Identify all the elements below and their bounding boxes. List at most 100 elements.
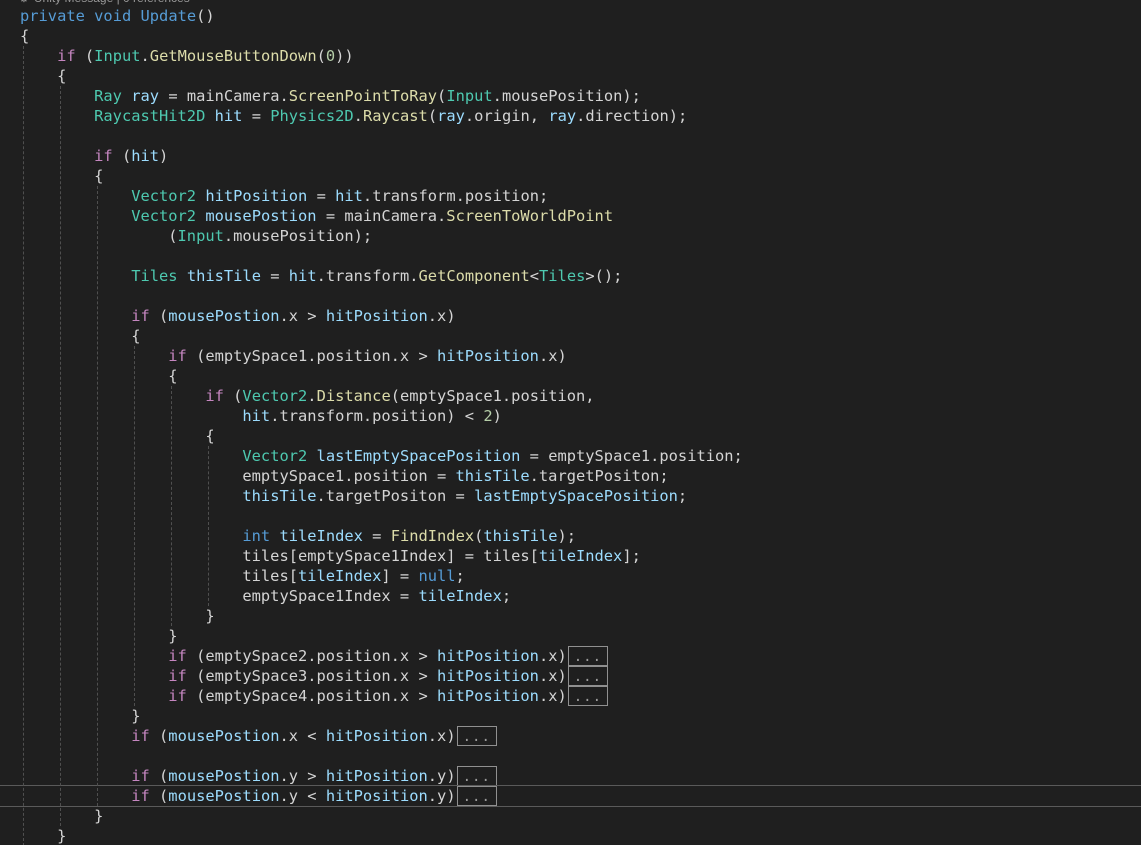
code-line[interactable]: Vector2 lastEmptySpacePosition = emptySp… <box>0 446 1141 466</box>
code-token <box>196 187 205 205</box>
collapsed-region-box[interactable]: ... <box>457 786 497 806</box>
code-line[interactable]: private void Update() <box>0 6 1141 26</box>
code-line[interactable]: thisTile.targetPositon = lastEmptySpaceP… <box>0 486 1141 506</box>
code-token: hitPosition <box>326 787 428 805</box>
code-token: .transform.position; <box>363 187 548 205</box>
code-token: hitPosition <box>437 647 539 665</box>
code-line[interactable]: } <box>0 806 1141 826</box>
code-token: hitPosition <box>437 687 539 705</box>
code-line[interactable]: { <box>0 166 1141 186</box>
code-token: ( <box>224 387 243 405</box>
collapsed-region-box[interactable]: ... <box>568 666 608 686</box>
code-token: } <box>20 827 66 845</box>
code-line[interactable]: if (mousePostion.x < hitPosition.x)... <box>0 726 1141 746</box>
code-line[interactable]: emptySpace1.position = thisTile.targetPo… <box>0 466 1141 486</box>
code-line[interactable] <box>0 506 1141 526</box>
code-token: hitPosition <box>437 347 539 365</box>
code-token: .direction); <box>576 107 687 125</box>
code-line[interactable]: if (Input.GetMouseButtonDown(0)) <box>0 46 1141 66</box>
code-token: if <box>131 307 150 325</box>
code-token: .y) <box>428 787 456 805</box>
code-token: if <box>131 727 150 745</box>
code-line[interactable]: { <box>0 66 1141 86</box>
code-line[interactable] <box>0 126 1141 146</box>
code-line[interactable]: hit.transform.position) < 2) <box>0 406 1141 426</box>
code-line[interactable] <box>0 246 1141 266</box>
code-token: void <box>94 7 131 25</box>
code-line[interactable]: } <box>0 826 1141 845</box>
code-token: thisTile <box>456 467 530 485</box>
code-token: hit <box>335 187 363 205</box>
code-line[interactable]: RaycastHit2D hit = Physics2D.Raycast(ray… <box>0 106 1141 126</box>
code-line[interactable]: emptySpace1Index = tileIndex; <box>0 586 1141 606</box>
code-token: tileIndex <box>418 587 501 605</box>
code-line[interactable]: tiles[emptySpace1Index] = tiles[tileInde… <box>0 546 1141 566</box>
code-line[interactable] <box>0 286 1141 306</box>
code-line[interactable]: if (emptySpace2.position.x > hitPosition… <box>0 646 1141 666</box>
code-token: thisTile <box>483 527 557 545</box>
code-token: null <box>418 567 455 585</box>
code-token <box>20 107 94 125</box>
code-token: tileIndex <box>539 547 622 565</box>
code-token: = <box>261 267 289 285</box>
code-line[interactable]: if (emptySpace4.position.x > hitPosition… <box>0 686 1141 706</box>
code-line[interactable]: Vector2 mousePostion = mainCamera.Screen… <box>0 206 1141 226</box>
code-editor[interactable]: ⚙Unity Message | 0 references private vo… <box>0 0 1141 845</box>
code-token: { <box>20 427 215 445</box>
code-line[interactable]: (Input.mousePosition); <box>0 226 1141 246</box>
code-token <box>20 187 131 205</box>
collapsed-region-box[interactable]: ... <box>457 726 497 746</box>
code-token: ; <box>456 567 465 585</box>
code-line[interactable]: if (emptySpace3.position.x > hitPosition… <box>0 666 1141 686</box>
code-token: hit <box>242 407 270 425</box>
code-token: ( <box>150 307 169 325</box>
collapsed-region-box[interactable]: ... <box>568 646 608 666</box>
code-token: .mousePosition); <box>224 227 372 245</box>
code-token <box>20 667 168 685</box>
code-line[interactable]: { <box>0 366 1141 386</box>
code-token: ( <box>150 767 169 785</box>
code-token: } <box>20 627 178 645</box>
code-line[interactable]: } <box>0 606 1141 626</box>
code-line[interactable]: } <box>0 706 1141 726</box>
code-token: .y) <box>428 767 456 785</box>
code-line[interactable]: Ray ray = mainCamera.ScreenPointToRay(In… <box>0 86 1141 106</box>
code-token: hitPosition <box>326 767 428 785</box>
code-line[interactable]: { <box>0 326 1141 346</box>
code-line[interactable]: { <box>0 26 1141 46</box>
code-token: .x > <box>280 307 326 325</box>
code-token: . <box>141 47 150 65</box>
code-line[interactable]: if (hit) <box>0 146 1141 166</box>
code-token <box>85 7 94 25</box>
code-token: . <box>354 107 363 125</box>
code-token: Tiles <box>131 267 177 285</box>
collapsed-region-box[interactable]: ... <box>457 766 497 786</box>
code-line[interactable]: if (mousePostion.x > hitPosition.x) <box>0 306 1141 326</box>
code-line[interactable]: if (emptySpace1.position.x > hitPosition… <box>0 346 1141 366</box>
code-line-current[interactable]: if (mousePostion.y < hitPosition.y)... <box>0 786 1141 806</box>
code-line[interactable]: if (Vector2.Distance(emptySpace1.positio… <box>0 386 1141 406</box>
code-token: thisTile <box>242 487 316 505</box>
code-token: Input <box>446 87 492 105</box>
code-token: .targetPositon = <box>317 487 475 505</box>
code-token: GetMouseButtonDown <box>150 47 317 65</box>
code-token: if <box>168 347 187 365</box>
code-token <box>20 347 168 365</box>
code-line[interactable]: Tiles thisTile = hit.transform.GetCompon… <box>0 266 1141 286</box>
code-line[interactable]: int tileIndex = FindIndex(thisTile); <box>0 526 1141 546</box>
code-line[interactable]: { <box>0 426 1141 446</box>
collapsed-region-box[interactable]: ... <box>568 686 608 706</box>
code-token: 0 <box>326 47 335 65</box>
code-token: mousePostion <box>168 767 279 785</box>
code-token: ; <box>678 487 687 505</box>
code-token: .x) <box>539 687 567 705</box>
code-token <box>20 647 168 665</box>
code-token: RaycastHit2D <box>94 107 205 125</box>
code-line[interactable]: Vector2 hitPosition = hit.transform.posi… <box>0 186 1141 206</box>
code-line[interactable]: if (mousePostion.y > hitPosition.y)... <box>0 766 1141 786</box>
code-line[interactable]: } <box>0 626 1141 646</box>
code-line[interactable] <box>0 746 1141 766</box>
code-token: hitPosition <box>205 187 307 205</box>
code-token: mousePostion <box>168 727 279 745</box>
code-line[interactable]: tiles[tileIndex] = null; <box>0 566 1141 586</box>
